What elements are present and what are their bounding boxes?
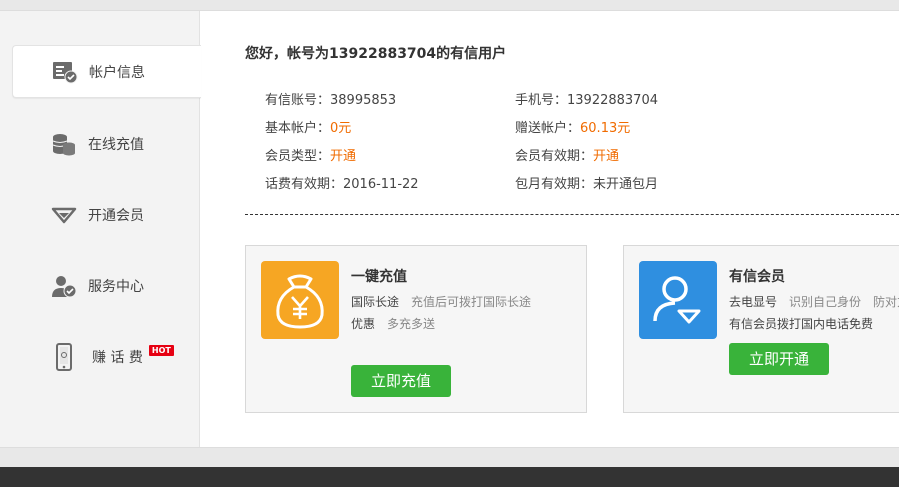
call-valid-value: 2016-11-22 [343, 177, 419, 192]
feature-desc: 充值后可拨打国际长途 [411, 295, 532, 309]
feature-desc: 多充多送 [387, 317, 436, 331]
account-info-main: 您好，帐号为13922883704的有信用户 有信账号：38995853 手机号… [200, 11, 899, 447]
dashed-divider [245, 214, 899, 215]
gift-account-row: 赠送帐户：60.13元 [515, 117, 630, 136]
field-label: 会员有效期： [515, 149, 594, 164]
feature-label: 去电显号 [729, 295, 778, 309]
member-type-row: 会员类型：开通 [265, 145, 356, 164]
sidebar-item-label: 帐户信息 [89, 64, 145, 81]
monthly-valid-row: 包月有效期：未开通包月 [515, 173, 658, 192]
youxin-id-row: 有信账号：38995853 [265, 89, 396, 108]
member-type-link[interactable]: 开通 [330, 149, 356, 164]
recharge-card-line: 优惠 多充多送 [351, 315, 435, 332]
membership-card-line: 有信会员拨打国内电话免费 [729, 317, 874, 331]
footer-bar [0, 467, 899, 487]
member-user-icon [639, 261, 717, 339]
member-valid-link[interactable]: 开通 [593, 149, 619, 164]
field-label: 赠送帐户： [515, 121, 581, 136]
sidebar-item-earn-credit[interactable]: 赚 话 费 HOT [12, 331, 199, 382]
field-label: 话费有效期： [265, 177, 344, 192]
sidebar-item-online-recharge[interactable]: 在线充值 [12, 118, 199, 169]
phone-value: 13922883704 [567, 93, 658, 108]
sidebar: 帐户信息 在线充值 开通会员 服务中心 赚 话 费 HOT [0, 11, 201, 447]
sidebar-item-label: 在线充值 [88, 136, 144, 153]
field-label: 会员类型： [265, 149, 331, 164]
recharge-card-title: 一键充值 [351, 269, 407, 285]
field-label: 基本帐户： [265, 121, 331, 136]
sidebar-item-service-center[interactable]: 服务中心 [12, 260, 199, 311]
phone-icon [50, 342, 78, 371]
hot-badge: HOT [148, 345, 174, 356]
youxin-id-value: 38995853 [330, 93, 397, 108]
coins-icon [50, 130, 78, 158]
basic-account-value: 0元 [330, 121, 352, 136]
call-valid-row: 话费有效期：2016-11-22 [265, 173, 419, 192]
recharge-card-line: 国际长途 充值后可拨打国际长途 [351, 293, 531, 310]
phone-row: 手机号：13922883704 [515, 89, 658, 108]
feature-label: 国际长途 [351, 295, 400, 309]
membership-card: 有信会员 去电显号 识别自己身份 防对方 有信会员拨打国内电话免费 立即开通 [623, 245, 899, 413]
diamond-icon [50, 201, 78, 229]
basic-account-row: 基本帐户：0元 [265, 117, 351, 136]
open-membership-button[interactable]: 立即开通 [729, 343, 829, 375]
account-card-icon [51, 58, 79, 86]
member-valid-row: 会员有效期：开通 [515, 145, 619, 164]
money-bag-icon [261, 261, 339, 339]
feature-label: 优惠 [351, 317, 376, 331]
sidebar-item-label: 开通会员 [88, 207, 144, 224]
field-label: 包月有效期： [515, 177, 594, 192]
gift-account-value: 60.13元 [580, 121, 631, 136]
field-label: 手机号： [515, 93, 568, 108]
field-label: 有信账号： [265, 93, 331, 108]
recharge-now-button[interactable]: 立即充值 [351, 365, 451, 397]
sidebar-item-open-membership[interactable]: 开通会员 [12, 189, 199, 240]
sidebar-item-label: 服务中心 [88, 278, 144, 295]
account-panel: 帐户信息 在线充值 开通会员 服务中心 赚 话 费 HOT 您好，帐号为1392… [0, 10, 899, 448]
sidebar-item-account-info[interactable]: 帐户信息 [12, 45, 201, 98]
membership-card-title: 有信会员 [729, 269, 785, 285]
user-check-icon [50, 272, 78, 300]
feature-desc: 识别自己身份 防对方 [789, 295, 899, 309]
monthly-valid-value: 未开通包月 [593, 177, 659, 192]
recharge-card: 一键充值 国际长途 充值后可拨打国际长途 优惠 多充多送 立即充值 [245, 245, 587, 413]
sidebar-item-label: 赚 话 费 [92, 349, 143, 366]
membership-card-line: 去电显号 识别自己身份 防对方 [729, 293, 899, 310]
greeting-title: 您好，帐号为13922883704的有信用户 [245, 46, 507, 62]
